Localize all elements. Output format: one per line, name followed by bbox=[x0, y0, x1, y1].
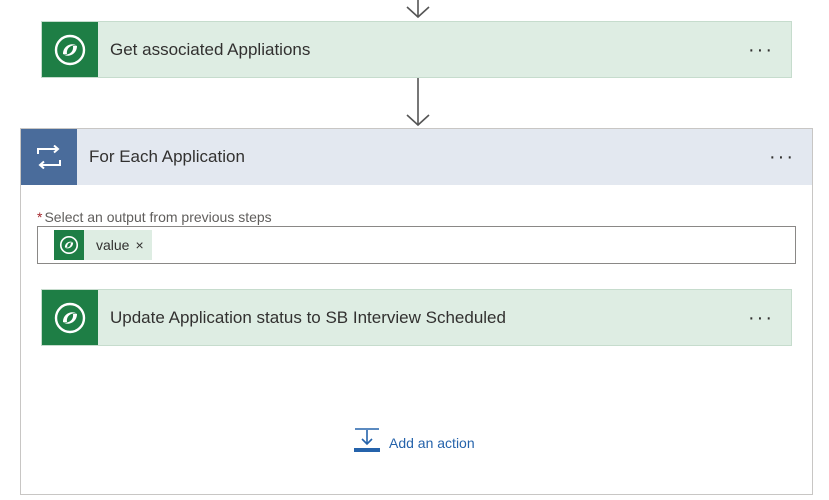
output-field-label: * Select an output from previous steps bbox=[37, 209, 272, 225]
more-options-button[interactable]: ··· bbox=[762, 147, 802, 167]
token-remove-button[interactable]: × bbox=[135, 237, 151, 253]
apply-to-each-loop: For Each Application ··· * Select an outp… bbox=[20, 128, 813, 495]
more-options-button[interactable]: ··· bbox=[741, 308, 781, 328]
field-label-text: Select an output from previous steps bbox=[44, 209, 272, 225]
connector-arrow-middle bbox=[403, 78, 433, 128]
loop-header[interactable]: For Each Application ··· bbox=[21, 129, 812, 185]
loop-icon bbox=[21, 129, 77, 185]
add-action-button[interactable]: Add an action bbox=[353, 427, 475, 458]
required-marker: * bbox=[37, 209, 43, 225]
connector-arrow-top bbox=[403, 0, 433, 20]
dataverse-icon bbox=[42, 290, 98, 345]
step-get-associated-applications[interactable]: Get associated Appliations ··· bbox=[41, 21, 792, 78]
step-title: Update Application status to SB Intervie… bbox=[110, 307, 506, 327]
token-label: value bbox=[96, 237, 130, 253]
loop-title: For Each Application bbox=[89, 147, 245, 166]
add-action-label: Add an action bbox=[389, 434, 475, 451]
dynamic-content-token[interactable]: value × bbox=[54, 230, 152, 260]
add-action-icon bbox=[353, 427, 381, 458]
flow-canvas: Get associated Appliations ··· For Each … bbox=[0, 0, 829, 500]
dataverse-icon bbox=[54, 230, 84, 260]
step-title: Get associated Appliations bbox=[110, 39, 311, 59]
more-options-button[interactable]: ··· bbox=[741, 40, 781, 60]
dataverse-icon bbox=[42, 22, 98, 77]
output-select-input[interactable]: value × bbox=[37, 226, 796, 264]
step-update-application-status[interactable]: Update Application status to SB Intervie… bbox=[41, 289, 792, 346]
